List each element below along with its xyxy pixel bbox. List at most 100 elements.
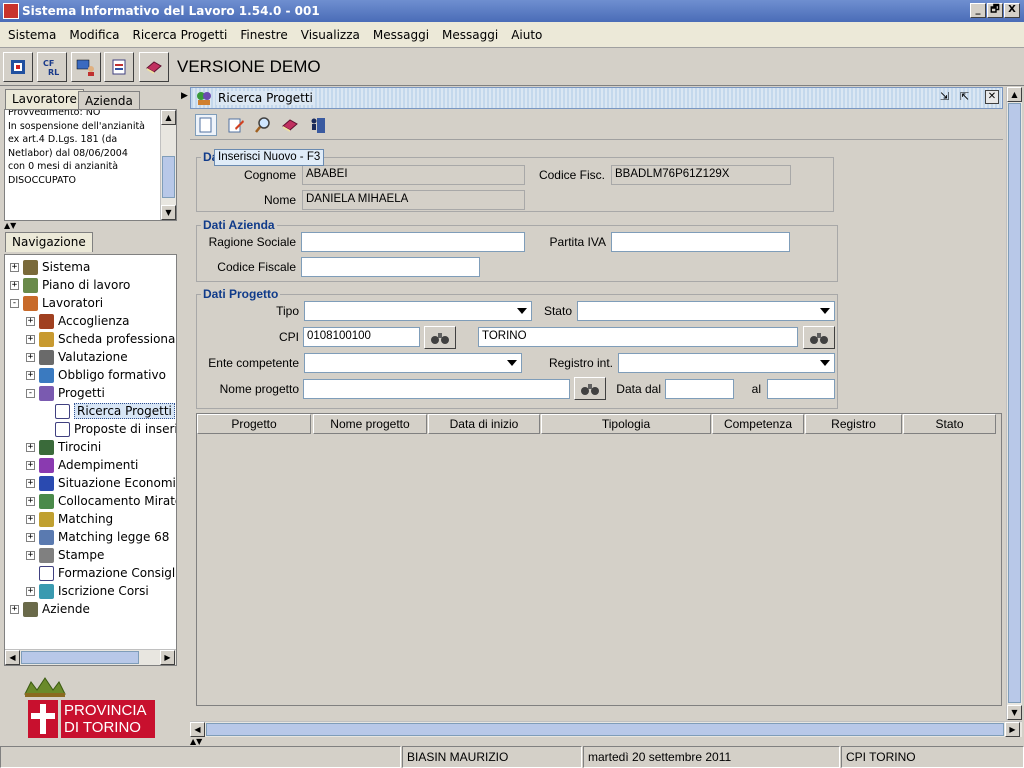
tree-item[interactable]: + Valutazione — [26, 348, 128, 366]
close-button[interactable]: X — [1004, 3, 1020, 18]
vscroll-thumb[interactable] — [1008, 103, 1021, 703]
expand-icon[interactable]: + — [26, 478, 35, 488]
search-icon[interactable] — [254, 116, 272, 134]
nome-field[interactable]: DANIELA MIHAELA — [302, 190, 525, 210]
col-stato[interactable]: Stato — [903, 414, 996, 434]
document-button[interactable] — [104, 52, 134, 82]
splitter-arrows-icon[interactable]: ▲▼ — [4, 221, 16, 230]
expand-icon[interactable]: + — [26, 334, 35, 344]
menu-messaggi-2[interactable]: Messaggi — [442, 28, 498, 42]
data-dal-field[interactable] — [665, 379, 734, 399]
ragione-sociale-field[interactable] — [301, 232, 525, 252]
registro-int-select[interactable] — [618, 353, 835, 373]
cpi-name-field[interactable]: TORINO — [478, 327, 798, 347]
tree-item[interactable]: + Scheda professionale — [26, 330, 176, 348]
tree-item[interactable]: + Aziende — [10, 600, 90, 618]
tree-item[interactable]: + Tirocini — [26, 438, 101, 456]
cpi-code-field[interactable]: 0108100100 — [303, 327, 420, 347]
nome-progetto-field[interactable] — [303, 379, 570, 399]
expand-icon[interactable]: + — [26, 316, 35, 326]
minimize-button[interactable]: _ — [970, 3, 986, 18]
cognome-field[interactable]: ABABEI — [302, 165, 525, 185]
expand-icon[interactable]: + — [26, 532, 35, 542]
cpi-search-button[interactable] — [424, 326, 456, 349]
tree-item[interactable]: + Adempimenti — [26, 456, 138, 474]
tree-item[interactable]: + Collocamento Mirato — [26, 492, 176, 510]
tree-item[interactable]: + Matching — [26, 510, 113, 528]
restore-frame-icon[interactable]: ⇱ — [960, 90, 974, 104]
collapse-icon[interactable]: - — [26, 388, 35, 398]
expand-icon[interactable]: + — [26, 496, 35, 506]
partita-iva-field[interactable] — [611, 232, 790, 252]
expand-icon[interactable]: + — [26, 442, 35, 452]
exit-icon[interactable] — [309, 116, 327, 134]
al-field[interactable] — [767, 379, 835, 399]
expand-icon[interactable]: + — [10, 604, 19, 614]
tree-item[interactable]: Formazione Consigliata — [26, 564, 176, 582]
maximize-button[interactable]: 🗗 — [987, 3, 1003, 18]
col-data-inizio[interactable]: Data di inizio — [428, 414, 540, 434]
menu-finestre[interactable]: Finestre — [240, 28, 287, 42]
scroll-down-icon[interactable]: ▼ — [161, 205, 176, 220]
info-scrollbar[interactable]: ▲ ▼ — [160, 110, 176, 220]
stato-select[interactable] — [577, 301, 835, 321]
tree-item[interactable]: + Situazione Economica — [26, 474, 176, 492]
tree-item[interactable]: + Iscrizione Corsi — [26, 582, 149, 600]
tree-item[interactable]: - Lavoratori — [10, 294, 103, 312]
frame-vertical-scrollbar[interactable]: ▲ ▼ — [1006, 87, 1022, 720]
splitter-vertical-icon[interactable]: ▲▼ — [190, 737, 202, 746]
scroll-right-icon[interactable]: ▶ — [1005, 722, 1020, 737]
menu-visualizza[interactable]: Visualizza — [301, 28, 360, 42]
scroll-left-icon[interactable]: ◀ — [5, 650, 20, 665]
tree-item[interactable]: Proposte di inserimento — [42, 420, 176, 438]
frame-horizontal-scrollbar[interactable]: ◀ ▶ — [190, 721, 1022, 737]
tree-item[interactable]: + Obbligo formativo — [26, 366, 166, 384]
expand-icon[interactable]: + — [26, 352, 35, 362]
col-tipologia[interactable]: Tipologia — [541, 414, 711, 434]
tree-horizontal-scrollbar[interactable]: ◀ ▶ — [5, 649, 176, 665]
ente-competente-select[interactable] — [304, 353, 522, 373]
tree-item[interactable]: + Accoglienza — [26, 312, 129, 330]
codice-fiscale-field[interactable] — [301, 257, 480, 277]
edit-icon[interactable] — [227, 116, 245, 134]
menu-modifica[interactable]: Modifica — [69, 28, 119, 42]
menu-aiuto[interactable]: Aiuto — [511, 28, 542, 42]
nome-progetto-search-button[interactable] — [574, 377, 606, 400]
codice-fisc-field[interactable]: BBADLM76P61Z129X — [611, 165, 791, 185]
hscroll-thumb[interactable] — [21, 651, 139, 664]
cf-button[interactable]: CF RL — [37, 52, 67, 82]
col-registro[interactable]: Registro — [805, 414, 902, 434]
scroll-down-icon[interactable]: ▼ — [1007, 705, 1022, 720]
expand-icon[interactable]: + — [26, 460, 35, 470]
col-nome-progetto[interactable]: Nome progetto — [313, 414, 427, 434]
collapse-icon[interactable]: - — [10, 298, 19, 308]
expand-icon[interactable]: + — [26, 514, 35, 524]
tab-lavoratore[interactable]: Lavoratore — [5, 89, 84, 109]
tree-item[interactable]: + Sistema — [10, 258, 90, 276]
book-icon[interactable] — [281, 116, 299, 134]
menu-ricerca-progetti[interactable]: Ricerca Progetti — [133, 28, 228, 42]
expand-icon[interactable]: + — [26, 550, 35, 560]
tab-navigazione[interactable]: Navigazione — [5, 232, 93, 252]
network-button[interactable] — [3, 52, 33, 82]
minimize-frame-icon[interactable]: ⇲ — [940, 90, 954, 104]
scroll-up-icon[interactable]: ▲ — [1007, 87, 1022, 102]
tree-item[interactable]: - Progetti — [26, 384, 105, 402]
scroll-right-icon[interactable]: ▶ — [160, 650, 175, 665]
menu-sistema[interactable]: Sistema — [8, 28, 56, 42]
tab-azienda[interactable]: Azienda — [78, 91, 140, 109]
tree-item[interactable]: + Matching legge 68 — [26, 528, 169, 546]
expand-icon[interactable]: + — [10, 280, 19, 290]
internal-frame-header[interactable]: Ricerca Progetti ⇲ ⇱ ✕ — [190, 87, 1003, 109]
hscroll-thumb[interactable] — [206, 723, 1004, 736]
screen-user-button[interactable] — [71, 52, 101, 82]
expand-icon[interactable]: + — [10, 262, 19, 272]
window-title-bar[interactable]: Sistema Informativo del Lavoro 1.54.0 - … — [0, 0, 1024, 22]
menu-messaggi[interactable]: Messaggi — [373, 28, 429, 42]
scroll-up-icon[interactable]: ▲ — [161, 110, 176, 125]
tipo-select[interactable] — [304, 301, 532, 321]
book-button[interactable] — [139, 52, 169, 82]
col-competenza[interactable]: Competenza — [712, 414, 804, 434]
close-frame-icon[interactable]: ✕ — [985, 90, 999, 104]
tree-item[interactable]: + Stampe — [26, 546, 104, 564]
